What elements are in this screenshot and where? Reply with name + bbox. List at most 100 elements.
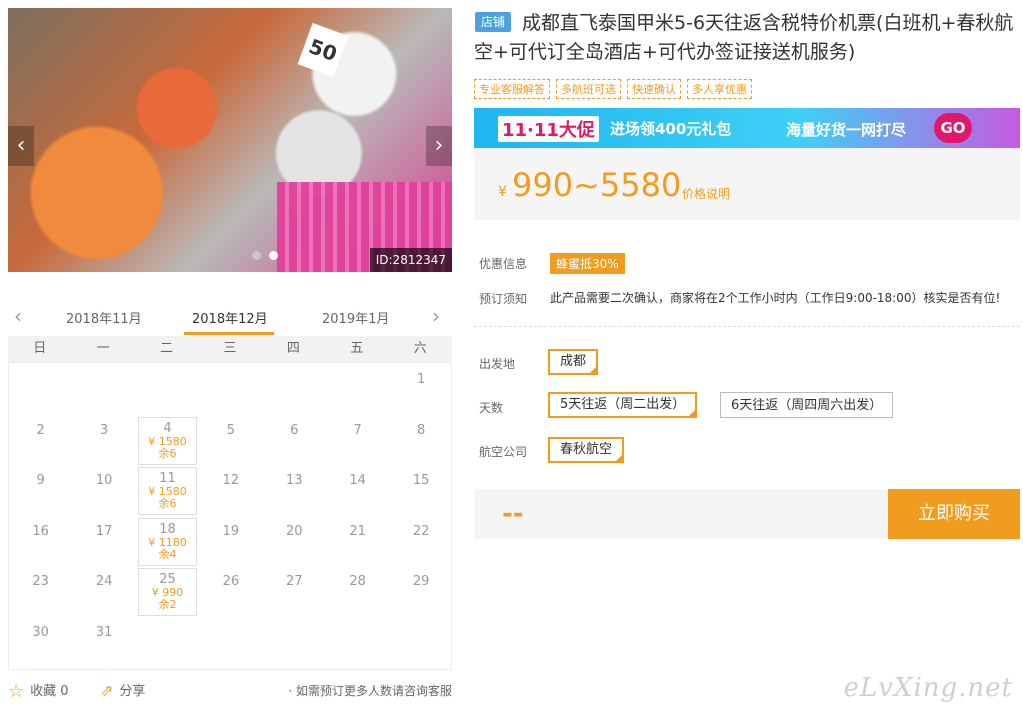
day-number: 17 (95, 523, 113, 539)
day-number: 2 (36, 422, 45, 438)
feature-tags: 专业客服解答 多航班可选 快速确认 多人享优惠 (474, 79, 752, 99)
days-option[interactable]: 6天往返（周四周六出发） (720, 392, 894, 418)
discount-label: 优惠信息 (479, 257, 528, 271)
feature-tag: 专业客服解答 (474, 79, 550, 99)
day-number: 16 (32, 523, 49, 539)
share-button[interactable]: ⇗ 分享 (100, 680, 145, 700)
price-currency: ¥ (498, 184, 507, 200)
departure-label: 出发地 (479, 357, 516, 371)
day-number: 28 (349, 574, 366, 590)
promo-text-1: 进场领400元礼包 (610, 120, 732, 138)
feature-tag: 多人享优惠 (687, 79, 752, 99)
star-icon: ☆ (8, 681, 25, 702)
calendar-day: 8 (392, 417, 451, 465)
active-month-underline (184, 332, 274, 335)
calendar-day: 3 (75, 417, 134, 465)
day-number: 22 (412, 523, 430, 539)
promo-go-button[interactable]: GO (934, 113, 972, 143)
day-stock: 余4 (158, 547, 177, 561)
calendar-day: 14 (328, 467, 387, 515)
price-explain-link[interactable]: 价格说明 (682, 185, 730, 202)
day-number: 19 (222, 523, 240, 539)
day-number: 6 (290, 422, 299, 438)
day-stock: 余6 (158, 497, 177, 511)
chevron-left-icon[interactable]: ‹ (8, 126, 34, 166)
day-number: 24 (95, 574, 113, 590)
airline-label: 航空公司 (479, 445, 528, 459)
shop-tag[interactable]: 店铺 (475, 12, 511, 32)
consult-tip: · 如需预订更多人数请咨询客服 (288, 684, 452, 698)
day-price: ¥ 1580 (148, 434, 187, 448)
day-number: 18 (159, 521, 176, 537)
share-label: 分享 (119, 684, 146, 699)
favorite-label: 收藏 (30, 684, 57, 699)
gallery-dot-active[interactable] (269, 251, 278, 260)
notice-label: 预订须知 (479, 292, 528, 306)
share-icon: ⇗ (100, 681, 114, 700)
day-number: 21 (349, 523, 366, 539)
calendar-day: 29 (392, 568, 451, 616)
day-stock: 余2 (158, 598, 177, 612)
chevron-right-icon[interactable]: › (432, 304, 440, 328)
calendar-day: 30 (11, 619, 70, 667)
calendar-day: 12 (201, 467, 260, 515)
day-number: 15 (412, 473, 430, 489)
day-number: 12 (222, 473, 240, 489)
days-option-selected[interactable]: 5天往返（周二出发） (548, 392, 698, 418)
month-prev[interactable]: 2018年11月 (66, 308, 142, 327)
feature-tag: 多航班可选 (556, 79, 621, 99)
price-box: ¥ 990~5580 价格说明 (474, 148, 1020, 220)
calendar-day: 23 (11, 568, 70, 616)
weekday-label: 一 (96, 341, 110, 356)
day-number: 27 (286, 574, 303, 590)
calendar-day: 5 (201, 417, 260, 465)
gallery-dots (252, 251, 278, 260)
calendar-day-available[interactable]: 18 ¥ 1180 余4 (138, 517, 197, 566)
day-stock: 余6 (158, 446, 177, 460)
day-number: 29 (412, 574, 430, 590)
month-current[interactable]: 2018年12月 (192, 308, 268, 327)
chevron-left-icon[interactable]: ‹ (14, 304, 22, 328)
weekday-label: 三 (223, 341, 237, 356)
day-number: 4 (163, 420, 172, 436)
chevron-right-icon[interactable]: › (426, 126, 452, 166)
weekday-label: 二 (160, 341, 174, 356)
weekday-header: 日一二三四五六 (8, 336, 452, 362)
calendar-day: 6 (265, 417, 324, 465)
gallery-dot[interactable] (252, 251, 261, 260)
promo-banner[interactable]: 11·11大促 进场领400元礼包 海量好货一网打尽 GO (474, 108, 1020, 148)
feature-tag: 快速确认 (627, 79, 681, 99)
airline-option-selected[interactable]: 春秋航空 (548, 437, 625, 463)
days-label: 天数 (479, 401, 504, 415)
calendar-month-nav: ‹ 2018年11月 2018年12月 2019年1月 › (8, 300, 452, 335)
total-price: -- (502, 499, 524, 529)
buy-now-button[interactable]: 立即购买 (888, 489, 1020, 539)
favorite-button[interactable]: ☆ 收藏 0 (8, 680, 69, 702)
day-number: 14 (349, 473, 366, 489)
calendar-day: 28 (328, 568, 387, 616)
calendar-day: 16 (11, 518, 70, 566)
calendar-day: 2 (11, 417, 70, 465)
day-number: 13 (286, 473, 303, 489)
calendar-day: 7 (328, 417, 387, 465)
calendar-day-available[interactable]: 25 ¥ 990 余2 (138, 568, 197, 617)
month-next[interactable]: 2019年1月 (322, 308, 389, 327)
day-number: 1 (416, 372, 426, 387)
calendar-day: 17 (75, 518, 134, 566)
day-number: 26 (222, 574, 240, 590)
product-title: 成都直飞泰国甲米5-6天往返含税特价机票(白班机+春秋航空+可代订全岛酒店+可代… (474, 12, 1014, 63)
day-number: 23 (32, 574, 49, 590)
product-image-gallery[interactable]: 50 ‹ › ID:2812347 (8, 8, 452, 272)
image-id-label: ID:2812347 (369, 248, 452, 272)
departure-option-selected[interactable]: 成都 (548, 349, 599, 375)
day-number: 7 (353, 422, 362, 438)
day-number: 10 (95, 473, 113, 489)
calendar-day: 31 (75, 619, 134, 667)
weekday-label: 日 (33, 341, 47, 356)
weekday-label: 六 (413, 341, 427, 356)
calendar-day: 22 (392, 518, 451, 566)
calendar-day-available[interactable]: 4 ¥ 1580 余6 (138, 416, 197, 465)
weekday-label: 四 (286, 341, 300, 356)
calendar-day-available[interactable]: 11 ¥ 1580 余6 (138, 467, 197, 516)
calendar-day: 24 (75, 568, 134, 616)
